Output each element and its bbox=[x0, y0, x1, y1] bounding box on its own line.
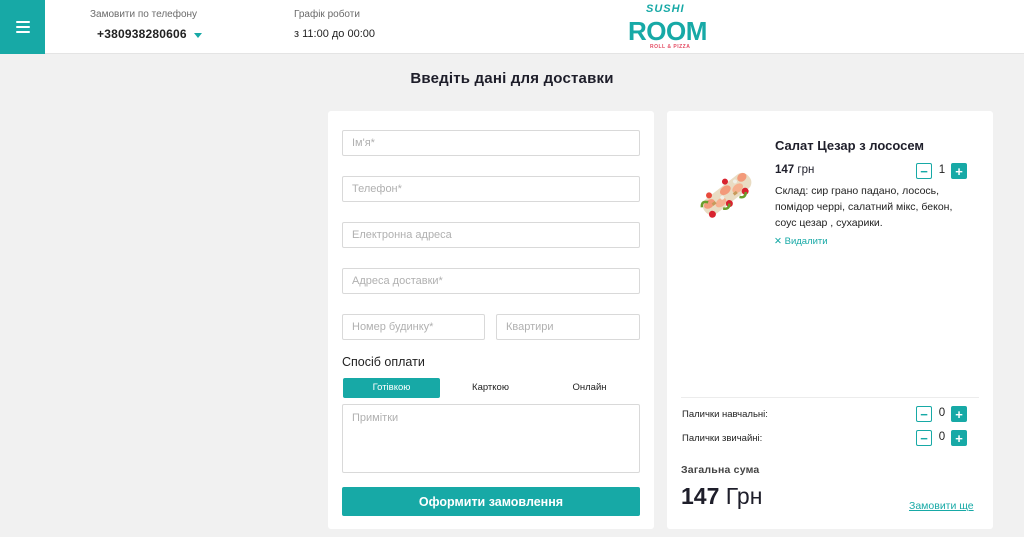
working-hours: з 11:00 до 00:00 bbox=[294, 28, 375, 40]
logo-top-text: SUSHI bbox=[646, 3, 685, 15]
cart-panel: Салат Цезар з лососем 147 грн − 1 + Скла… bbox=[667, 111, 993, 529]
payment-card-tab[interactable]: Карткою bbox=[442, 378, 539, 398]
training-sticks-label: Палички навчальні: bbox=[682, 409, 768, 420]
product-quantity: 1 bbox=[938, 164, 946, 176]
logo-sub-text: ROLL & PIZZA bbox=[650, 44, 691, 50]
product-price-value: 147 bbox=[775, 164, 795, 176]
logo-main-text: ROOM bbox=[628, 16, 707, 46]
chevron-down-icon[interactable] bbox=[194, 33, 202, 38]
payment-cash-tab[interactable]: Готівкою bbox=[343, 378, 440, 398]
remove-label: Видалити bbox=[784, 236, 828, 247]
total-label: Загальна сума bbox=[681, 464, 760, 476]
site-header: Замовити по телефону +380938280606 Графі… bbox=[0, 0, 1024, 54]
product-price-unit: грн bbox=[797, 164, 815, 176]
close-icon: ✕ bbox=[774, 236, 782, 247]
training-sticks-increase-button[interactable]: + bbox=[951, 406, 967, 422]
product-description: Склад: сир грано падано, лосось, помідор… bbox=[775, 185, 953, 229]
notes-textarea[interactable] bbox=[342, 404, 640, 473]
menu-icon[interactable] bbox=[0, 0, 45, 54]
order-more-link[interactable]: Замовити ще bbox=[909, 500, 974, 512]
regular-sticks-increase-button[interactable]: + bbox=[951, 430, 967, 446]
decrease-quantity-button[interactable]: − bbox=[916, 163, 932, 179]
increase-quantity-button[interactable]: + bbox=[951, 163, 967, 179]
training-sticks-quantity: 0 bbox=[938, 407, 946, 419]
product-image bbox=[700, 172, 752, 218]
regular-sticks-quantity: 0 bbox=[938, 431, 946, 443]
payment-online-tab[interactable]: Онлайн bbox=[541, 378, 638, 398]
product-price: 147 грн bbox=[775, 164, 814, 176]
phone-number[interactable]: +380938280606 bbox=[97, 27, 187, 41]
apartment-input[interactable] bbox=[496, 314, 640, 340]
page-title: Введіть дані для доставки bbox=[0, 70, 1024, 87]
hours-label: Графік роботи bbox=[294, 9, 360, 20]
page-title-text: Введіть дані для доставки bbox=[410, 70, 614, 87]
name-input[interactable] bbox=[342, 130, 640, 156]
total-unit: Грн bbox=[725, 483, 763, 509]
logo[interactable]: SUSHI ROOM ROLL & PIZZA bbox=[624, 2, 710, 52]
product-name: Салат Цезар з лососем bbox=[775, 138, 925, 153]
regular-sticks-label: Палички звичайні: bbox=[682, 433, 763, 444]
regular-sticks-decrease-button[interactable]: − bbox=[916, 430, 932, 446]
training-sticks-decrease-button[interactable]: − bbox=[916, 406, 932, 422]
remove-item-button[interactable]: ✕ Видалити bbox=[774, 236, 828, 247]
payment-title: Спосіб оплати bbox=[342, 355, 425, 369]
delivery-form: Спосіб оплати Готівкою Карткою Онлайн Оф… bbox=[328, 111, 654, 529]
email-input[interactable] bbox=[342, 222, 640, 248]
divider bbox=[681, 397, 979, 398]
submit-order-button[interactable]: Оформити замовлення bbox=[342, 487, 640, 516]
phone-label: Замовити по телефону bbox=[90, 9, 198, 20]
phone-input[interactable] bbox=[342, 176, 640, 202]
address-input[interactable] bbox=[342, 268, 640, 294]
total-sum: 147 Грн bbox=[681, 483, 762, 510]
house-number-input[interactable] bbox=[342, 314, 485, 340]
total-value: 147 bbox=[681, 483, 720, 509]
